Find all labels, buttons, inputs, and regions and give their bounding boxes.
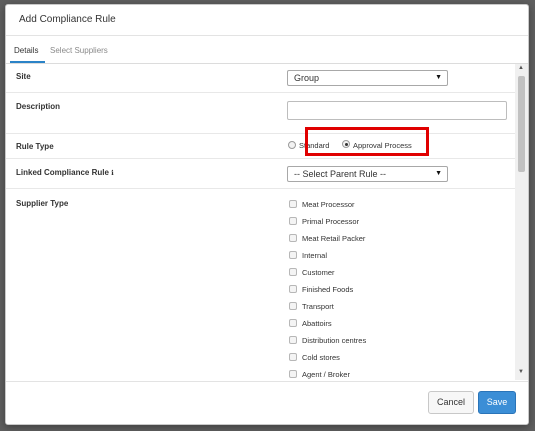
caret-down-icon: ▼ <box>435 170 442 177</box>
checkbox[interactable] <box>289 370 297 378</box>
cancel-button[interactable]: Cancel <box>428 391 474 414</box>
checkbox-label: Internal <box>302 251 328 260</box>
checkbox[interactable] <box>289 353 297 361</box>
modal-title: Add Compliance Rule <box>19 14 116 25</box>
standard-radio[interactable] <box>288 141 296 149</box>
supplier-type-label: Supplier Type <box>16 199 69 208</box>
linked-rule-label-text: Linked Compliance Rule <box>16 168 109 177</box>
highlight-box <box>305 127 429 156</box>
description-row: Description <box>6 92 515 134</box>
checkbox-label: Customer <box>302 268 335 277</box>
checkbox-label: Meat Processor <box>302 200 355 209</box>
modal-footer: Cancel Save <box>6 381 528 424</box>
checkbox[interactable] <box>289 217 297 225</box>
checkbox[interactable] <box>289 234 297 242</box>
tab-bar: Details Select Suppliers <box>6 36 528 64</box>
active-tab-indicator <box>10 61 45 63</box>
linked-rule-label: Linked Compliance Rule ℹ <box>16 168 114 177</box>
site-row: Site Group ▼ <box>6 64 515 93</box>
checkbox-label: Transport <box>302 302 334 311</box>
linked-rule-select[interactable]: -- Select Parent Rule -- ▼ <box>287 166 448 182</box>
tab-details[interactable]: Details <box>14 46 38 55</box>
tab-select-suppliers[interactable]: Select Suppliers <box>50 46 108 55</box>
checkbox-label: Meat Retail Packer <box>302 234 366 243</box>
form-body: Site Group ▼ Description Rule Type Stand… <box>6 64 515 380</box>
scroll-down-icon[interactable]: ▼ <box>518 369 524 375</box>
checkbox[interactable] <box>289 200 297 208</box>
scroll-up-icon[interactable]: ▲ <box>518 65 524 71</box>
checkbox-label: Abattoirs <box>302 319 332 328</box>
linked-rule-selected-value: -- Select Parent Rule -- <box>294 169 387 179</box>
site-select[interactable]: Group ▼ <box>287 70 448 86</box>
save-button[interactable]: Save <box>478 391 516 414</box>
checkbox[interactable] <box>289 268 297 276</box>
checkbox[interactable] <box>289 302 297 310</box>
checkbox-label: Distribution centres <box>302 336 367 345</box>
description-label: Description <box>16 102 61 111</box>
modal-header: Add Compliance Rule <box>6 5 528 36</box>
description-input[interactable] <box>287 101 507 120</box>
rule-type-row: Rule Type Standard Approval Process <box>6 133 515 159</box>
rule-type-label: Rule Type <box>16 142 54 151</box>
checkbox[interactable] <box>289 251 297 259</box>
site-selected-value: Group <box>294 73 320 83</box>
linked-rule-row: Linked Compliance Rule ℹ -- Select Paren… <box>6 158 515 189</box>
site-label: Site <box>16 72 31 81</box>
add-compliance-rule-modal: Add Compliance Rule Details Select Suppl… <box>5 4 529 425</box>
checkbox[interactable] <box>289 336 297 344</box>
checkbox-label: Agent / Broker <box>302 370 350 379</box>
scrollbar-thumb[interactable] <box>518 76 525 172</box>
checkbox-label: Finished Foods <box>302 285 354 294</box>
checkbox-label: Primal Processor <box>302 217 360 226</box>
checkbox[interactable] <box>289 285 297 293</box>
caret-down-icon: ▼ <box>435 74 442 81</box>
checkbox[interactable] <box>289 319 297 327</box>
checkbox-label: Cold stores <box>302 353 340 362</box>
info-circle-icon: ℹ <box>111 170 114 177</box>
form-scrollbar[interactable]: ▲ ▼ <box>515 64 528 380</box>
